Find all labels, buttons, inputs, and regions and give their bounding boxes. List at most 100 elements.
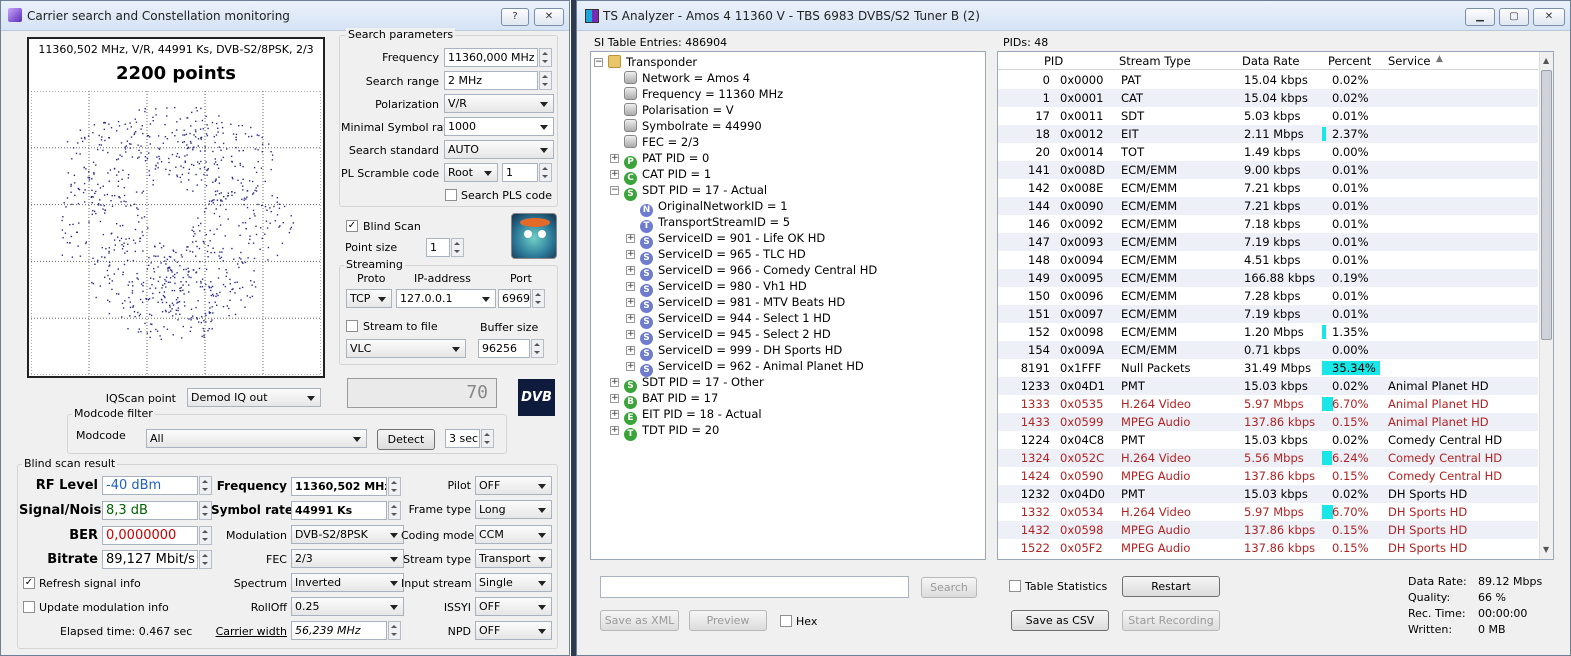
table-row[interactable]: 0 0x0000 PAT 15.04 kbps 0.02% — [998, 71, 1538, 89]
expand-icon[interactable]: + — [626, 362, 635, 371]
table-row[interactable]: 150 0x0096 ECM/EMM 7.28 kbps 0.01% — [998, 287, 1538, 305]
table-row[interactable]: 1332 0x0534 H.264 Video 5.97 Mbps DH Sports … — [998, 503, 1538, 521]
search-standard-select[interactable]: AUTO — [444, 140, 554, 159]
tree-node[interactable]: S SDT PID = 17 - Other — [624, 374, 764, 393]
close-button[interactable]: ✕ — [534, 8, 564, 26]
tree-node[interactable]: Transponder — [608, 54, 697, 70]
si-tree[interactable]: − Transponder Network = Amos 4 Frequency = … — [590, 51, 986, 560]
npd-select[interactable]: OFF — [475, 621, 552, 640]
rolloff-select[interactable]: 0.25 — [291, 597, 404, 616]
min-symbol-rate-select[interactable]: 1000 — [444, 117, 554, 136]
expand-icon[interactable]: + — [610, 426, 619, 435]
table-row[interactable]: 149 0x0095 ECM/EMM 166.88 kbps 0.19% — [998, 269, 1538, 287]
scroll-thumb[interactable] — [1541, 70, 1552, 340]
col-data-rate[interactable]: Data Rate — [1242, 54, 1299, 68]
update-mod-checkbox[interactable] — [23, 601, 35, 613]
tree-node[interactable]: S ServiceID = 965 - TLC HD — [640, 246, 806, 265]
tree-node[interactable]: S ServiceID = 981 - MTV Beats HD — [640, 294, 845, 313]
port-spin[interactable] — [532, 289, 545, 308]
scroll-up-icon[interactable]: ▲ — [1543, 56, 1549, 65]
table-row[interactable]: 1224 0x04C8 PMT 15.03 kbps Comedy Central HD… — [998, 431, 1538, 449]
detect-time-spin[interactable] — [481, 429, 494, 448]
modcode-select[interactable]: All — [146, 429, 367, 448]
table-stats-checkbox[interactable] — [1009, 580, 1021, 592]
tree-node[interactable]: S ServiceID = 944 - Select 1 HD — [640, 310, 831, 329]
point-size-spin[interactable] — [451, 238, 464, 257]
table-row[interactable]: 1522 0x05F2 MPEG Audio 137.86 kbps DH Sports… — [998, 539, 1538, 557]
table-row[interactable]: 1424 0x0590 MPEG Audio 137.86 kbps Comedy Ce… — [998, 467, 1538, 485]
tree-node[interactable]: Frequency = 11360 MHz — [624, 86, 783, 102]
expand-icon[interactable]: + — [610, 154, 619, 163]
tree-node[interactable]: S ServiceID = 945 - Select 2 HD — [640, 326, 831, 345]
expand-icon[interactable]: + — [610, 170, 619, 179]
si-search-input[interactable] — [600, 576, 909, 598]
table-row[interactable]: 146 0x0092 ECM/EMM 7.18 kbps 0.01% — [998, 215, 1538, 233]
polarization-select[interactable]: V/R — [444, 94, 554, 113]
point-size-input[interactable]: 1 — [426, 238, 450, 257]
expand-icon[interactable]: + — [626, 250, 635, 259]
tree-node[interactable]: E EIT PID = 18 - Actual — [624, 406, 762, 425]
start-recording-button[interactable]: Start Recording — [1122, 610, 1220, 631]
save-xml-button[interactable]: Save as XML — [600, 610, 679, 631]
expand-icon[interactable]: + — [626, 266, 635, 275]
collapse-icon[interactable]: − — [610, 186, 619, 195]
iqscan-select[interactable]: Demod IQ out — [187, 388, 321, 407]
tree-node[interactable]: S SDT PID = 17 - Actual — [624, 182, 767, 201]
table-row[interactable]: 1324 0x052C H.264 Video 5.56 Mbps Comedy Cen… — [998, 449, 1538, 467]
expand-icon[interactable]: + — [626, 314, 635, 323]
tree-node[interactable]: N OriginalNetworkID = 1 — [640, 198, 788, 217]
stream-type-select[interactable]: Transport — [475, 549, 552, 568]
tree-node[interactable]: S ServiceID = 980 - Vh1 HD — [640, 278, 807, 297]
pid-scrollbar[interactable]: ▲ ▼ — [1539, 52, 1553, 559]
table-row[interactable]: 8191 0x1FFF Null Packets 31.49 Mbps 35.34% — [998, 359, 1538, 377]
ip-select[interactable]: 127.0.0.1 — [396, 289, 496, 308]
table-row[interactable]: 1232 0x04D0 PMT 15.03 kbps DH Sports HD 0.02% — [998, 485, 1538, 503]
refresh-checkbox[interactable]: ✓ — [23, 577, 35, 589]
table-row[interactable]: 17 0x0011 SDT 5.03 kbps 0.01% — [998, 107, 1538, 125]
input-stream-select[interactable]: Single — [475, 573, 552, 592]
table-row[interactable]: 1 0x0001 CAT 15.04 kbps 0.02% — [998, 89, 1538, 107]
preview-button[interactable]: Preview — [689, 610, 767, 631]
expand-icon[interactable]: + — [610, 378, 619, 387]
expand-icon[interactable]: + — [626, 282, 635, 291]
table-row[interactable]: 148 0x0094 ECM/EMM 4.51 kbps 0.01% — [998, 251, 1538, 269]
issyi-select[interactable]: OFF — [475, 597, 552, 616]
frequency-spin[interactable] — [539, 48, 552, 67]
minimize-button[interactable]: ▁ — [1465, 8, 1495, 26]
frequency-input[interactable]: 11360,000 MHz — [444, 48, 538, 67]
table-row[interactable]: 154 0x009A ECM/EMM 0.71 kbps 0.00% — [998, 341, 1538, 359]
tree-node[interactable]: FEC = 2/3 — [624, 134, 699, 150]
proto-select[interactable]: TCP — [346, 289, 392, 308]
col-percent[interactable]: Percent — [1328, 54, 1371, 68]
hex-checkbox[interactable] — [780, 615, 792, 627]
table-row[interactable]: 1333 0x0535 H.264 Video 5.97 Mbps Animal Pla… — [998, 395, 1538, 413]
blind-scan-checkbox[interactable]: ✓ — [346, 220, 358, 232]
col-stream-type[interactable]: Stream Type — [1119, 54, 1191, 68]
maximize-button[interactable]: ▢ — [1499, 8, 1529, 26]
pl-scramble-value-input[interactable]: 1 — [502, 163, 538, 182]
tree-node[interactable]: Symbolrate = 44990 — [624, 118, 762, 134]
tree-node[interactable]: P PAT PID = 0 — [624, 150, 709, 169]
table-row[interactable]: 20 0x0014 TOT 1.49 kbps 0.00% — [998, 143, 1538, 161]
fec-select[interactable]: 2/3 — [291, 549, 404, 568]
col-service[interactable]: Service — [1388, 54, 1431, 68]
pid-table[interactable]: PID Stream Type Data Rate Percent Servic… — [997, 51, 1554, 560]
expand-icon[interactable]: + — [626, 330, 635, 339]
expand-icon[interactable]: + — [626, 346, 635, 355]
frame-type-select[interactable]: Long — [475, 500, 552, 519]
table-row[interactable]: 1433 0x0599 MPEG Audio 137.86 kbps Animal Pl… — [998, 413, 1538, 431]
pl-scramble-spin[interactable] — [539, 163, 552, 182]
player-select[interactable]: VLC — [346, 339, 466, 358]
restart-button[interactable]: Restart — [1122, 576, 1220, 597]
scroll-down-icon[interactable]: ▼ — [1543, 545, 1549, 554]
tree-node[interactable]: Polarisation = V — [624, 102, 734, 118]
search-range-spin[interactable] — [539, 71, 552, 90]
expand-icon[interactable]: + — [610, 394, 619, 403]
modulation-select[interactable]: DVB-S2/8PSK — [291, 525, 404, 544]
detect-button[interactable]: Detect — [377, 429, 435, 450]
save-csv-button[interactable]: Save as CSV — [1011, 610, 1109, 631]
expand-icon[interactable]: + — [626, 234, 635, 243]
result-frequency-spin[interactable] — [388, 477, 401, 496]
tree-node[interactable]: Network = Amos 4 — [624, 70, 750, 86]
search-pls-checkbox[interactable] — [445, 189, 457, 201]
